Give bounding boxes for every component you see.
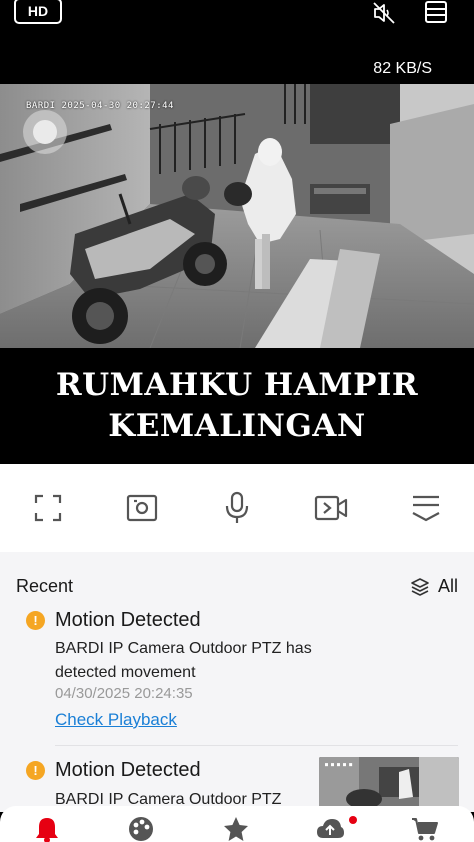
event-thumbnail[interactable]: ■ ■ ■ ■ ■ (319, 757, 459, 813)
shopping-cart-icon[interactable] (411, 816, 439, 842)
microphone-icon[interactable] (219, 490, 255, 526)
camera-timestamp-overlay: BARDI 2025-04-30 20:27:44 (26, 101, 174, 111)
camera-scene-image (0, 84, 474, 348)
hd-quality-button[interactable]: HD (14, 0, 62, 24)
mute-icon[interactable] (372, 2, 396, 24)
caption-line-2: KEMALINGAN (108, 408, 366, 444)
check-playback-link[interactable]: Check Playback (55, 710, 177, 730)
top-bar: HD 82 KB/S (0, 0, 474, 84)
screenshot-icon[interactable] (124, 490, 160, 526)
cloud-notification-dot (349, 816, 357, 824)
filter-all-button[interactable]: All (410, 576, 458, 597)
event-time: 04/30/2025 20:24:35 (55, 685, 193, 702)
event-title: Motion Detected (55, 759, 201, 781)
caption-line-1: RUMAHKU HAMPIR (55, 367, 419, 403)
bottom-nav (0, 806, 474, 842)
fullscreen-icon[interactable] (30, 490, 66, 526)
recent-title: Recent (16, 576, 74, 596)
notification-bell-icon[interactable] (33, 816, 61, 842)
divider (55, 745, 458, 746)
thumbnail-image: ■ ■ ■ ■ ■ (319, 757, 459, 813)
warning-icon: ! (26, 611, 45, 630)
menu-icon[interactable] (424, 0, 448, 24)
event-description: BARDI IP Camera Outdoor PTZ has detected… (55, 640, 312, 681)
filter-all-label: All (437, 576, 458, 596)
warning-icon: ! (26, 761, 45, 780)
svg-text:■ ■ ■ ■ ■: ■ ■ ■ ■ ■ (325, 762, 352, 768)
bitrate-readout: 82 KB/S (373, 60, 432, 77)
layers-icon (411, 577, 429, 596)
cloud-upload-icon[interactable] (316, 816, 344, 842)
camera-video-feed[interactable]: BARDI 2025-04-30 20:27:44 (0, 84, 474, 348)
record-video-icon[interactable] (313, 490, 349, 526)
recent-events-panel: Recent All ! Motion Detected BARDI IP Ca… (0, 552, 474, 813)
video-caption: RUMAHKU HAMPIR KEMALINGAN (0, 348, 474, 464)
camera-controls-bar (0, 464, 474, 552)
palette-icon[interactable] (127, 816, 155, 842)
collapse-panel-icon[interactable] (408, 490, 444, 526)
star-icon[interactable] (222, 816, 250, 842)
event-title: Motion Detected (55, 609, 201, 631)
